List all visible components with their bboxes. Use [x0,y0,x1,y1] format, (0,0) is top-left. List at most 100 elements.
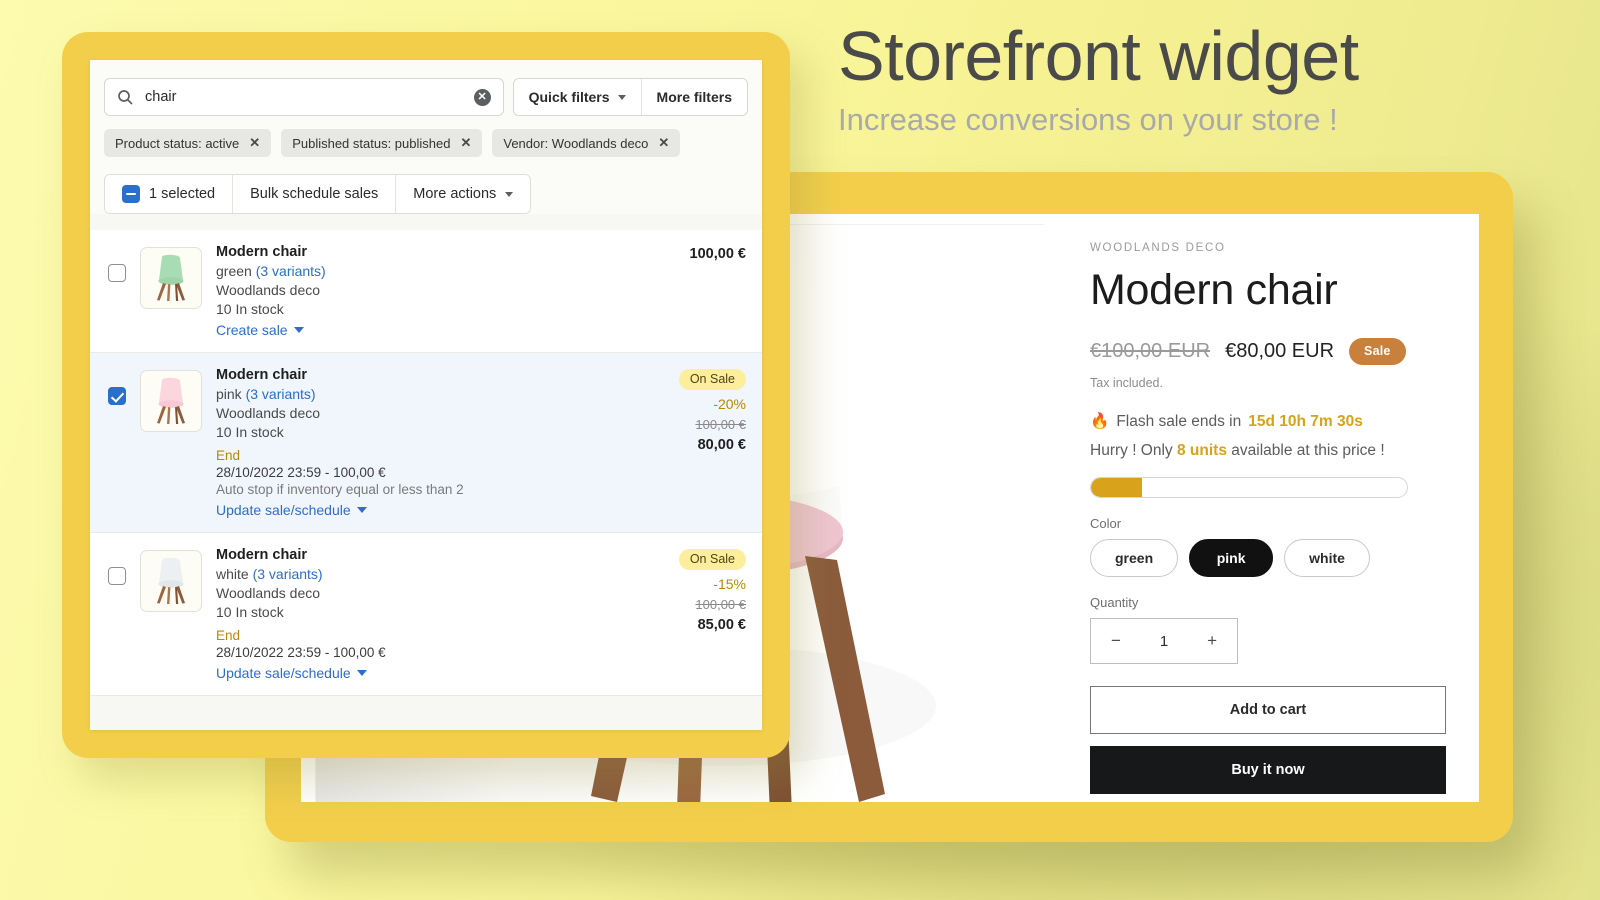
row-checkbox[interactable] [108,567,126,585]
variants-link[interactable]: (3 variants) [246,386,316,402]
filter-chip[interactable]: Product status: active ✕ [104,129,272,157]
row-checkbox[interactable] [108,264,126,282]
search-and-filters-row: chair ✕ Quick filters More filters [104,78,748,116]
page-subtitle: Increase conversions on your store ! [838,102,1338,137]
product-row-variant: pink (3 variants) [216,386,316,402]
sale-price: 85,00 € [697,617,746,633]
product-row-stock: 10 In stock [216,424,284,440]
quantity-decrease-button[interactable]: − [1111,631,1121,651]
auto-stop-note: Auto stop if inventory equal or less tha… [216,482,464,497]
quantity-increase-button[interactable]: + [1207,631,1217,651]
sale-end-date: 28/10/2022 23:59 - 100,00 € [216,465,386,480]
product-list: Modern chair green (3 variants) Woodlands … [90,230,762,696]
quantity-value[interactable]: 1 [1160,633,1168,650]
product-row[interactable]: Modern chair white (3 variants) Woodlands … [90,533,762,696]
close-icon[interactable]: ✕ [249,135,260,151]
on-sale-badge: On Sale [678,549,746,570]
selection-summary[interactable]: 1 selected [105,175,233,213]
variants-link[interactable]: (3 variants) [253,566,323,582]
sale-end-label: End [216,448,241,463]
stock-progress-bar [1090,477,1408,498]
row-action-label: Update sale/schedule [216,502,351,518]
discount-percent: -15% [713,576,746,592]
product-row-variant: white (3 variants) [216,566,323,582]
filter-chip[interactable]: Vendor: Woodlands deco ✕ [492,129,681,157]
row-action-link[interactable]: Create sale [216,322,612,338]
headline-block: Storefront widget Increase conversions o… [838,18,1578,140]
clear-search-icon[interactable]: ✕ [473,88,491,106]
product-price: 100,00 € [689,246,746,262]
chevron-down-icon [356,670,367,676]
product-row-title: Modern chair [216,367,308,383]
product-info-panel: WOODLANDS DECO Modern chair €100,00 EUR … [1046,214,1479,802]
color-option-group[interactable]: green pink white [1090,539,1446,577]
bulk-schedule-sales-label: Bulk schedule sales [250,186,379,202]
product-row[interactable]: Modern chair pink (3 variants) Woodlands d… [90,353,762,533]
flash-sale-prefix: Flash sale ends in [1116,412,1242,430]
search-input-value[interactable]: chair [145,89,462,105]
compare-at-price: 100,00 € [695,597,746,612]
row-action-label: Create sale [216,322,288,338]
product-row-pricing: On Sale -15% 100,00 € 85,00 € [626,547,746,681]
filter-button-group: Quick filters More filters [512,78,748,116]
bulk-schedule-sales-button[interactable]: Bulk schedule sales [232,175,396,213]
chevron-down-icon [505,191,514,197]
product-details: Modern chair green (3 variants) Woodlands … [216,244,612,338]
color-swatch-white[interactable]: white [1284,539,1370,577]
row-action-link[interactable]: Update sale/schedule [216,502,612,518]
hurry-prefix: Hurry ! Only [1090,442,1173,459]
quantity-label: Quantity [1090,595,1139,610]
product-row-pricing: On Sale -20% 100,00 € 80,00 € [626,367,746,518]
product-row-pricing: 100,00 € [626,244,746,338]
color-swatch-green[interactable]: green [1090,539,1179,577]
product-row-vendor: Woodlands deco [216,405,321,421]
row-action-label: Update sale/schedule [216,665,351,681]
search-icon [118,90,133,105]
product-thumbnail [140,247,202,309]
variants-link[interactable]: (3 variants) [256,263,326,279]
row-checkbox[interactable] [108,387,126,405]
chevron-down-icon [617,94,626,100]
chevron-down-icon [356,507,367,513]
more-filters-button[interactable]: More filters [640,79,747,115]
product-thumbnail [140,550,202,612]
color-swatch-pink[interactable]: pink [1189,539,1274,577]
product-row-title: Modern chair [216,547,308,563]
current-price: €80,00 EUR [1225,340,1335,362]
product-details: Modern chair white (3 variants) Woodlands … [216,547,612,681]
color-option-label: Color [1090,516,1122,531]
page-title: Storefront widget [838,17,1359,95]
fire-icon: 🔥 [1090,413,1110,430]
filter-chip-label: Published status: published [292,135,451,151]
product-row-stock: 10 In stock [216,604,284,620]
indeterminate-checkbox-icon[interactable] [122,185,140,203]
tax-note: Tax included. [1090,376,1163,390]
on-sale-badge: On Sale [678,369,746,390]
buy-it-now-button[interactable]: Buy it now [1090,746,1446,794]
quick-filters-button[interactable]: Quick filters [513,79,641,115]
chevron-down-icon [293,327,304,333]
row-action-link[interactable]: Update sale/schedule [216,665,612,681]
close-icon[interactable]: ✕ [460,135,471,151]
more-actions-button[interactable]: More actions [395,175,531,213]
compare-at-price: €100,00 EUR [1090,340,1211,362]
product-details: Modern chair pink (3 variants) Woodlands d… [216,367,612,518]
admin-frame: chair ✕ Quick filters More filters Produ… [62,32,790,758]
active-filter-chips: Product status: active ✕ Published status:… [104,129,748,157]
selected-count-label: 1 selected [149,186,216,202]
filter-chip-label: Vendor: Woodlands deco [503,135,649,151]
filter-chip[interactable]: Published status: published ✕ [281,129,483,157]
compare-at-price: 100,00 € [695,417,746,432]
sale-end-label: End [216,628,241,643]
quantity-stepper[interactable]: − 1 + [1090,618,1238,664]
product-title: Modern chair [1090,266,1338,314]
search-input[interactable]: chair ✕ [104,78,504,116]
product-row[interactable]: Modern chair green (3 variants) Woodlands … [90,230,762,353]
close-icon[interactable]: ✕ [658,135,669,151]
price-row: €100,00 EUR €80,00 EUR Sale [1090,338,1446,365]
admin-card: chair ✕ Quick filters More filters Produ… [90,60,762,730]
product-row-title: Modern chair [216,244,308,260]
product-vendor: WOODLANDS DECO [1090,242,1226,254]
sale-price: 80,00 € [697,437,746,453]
add-to-cart-button[interactable]: Add to cart [1090,686,1446,734]
